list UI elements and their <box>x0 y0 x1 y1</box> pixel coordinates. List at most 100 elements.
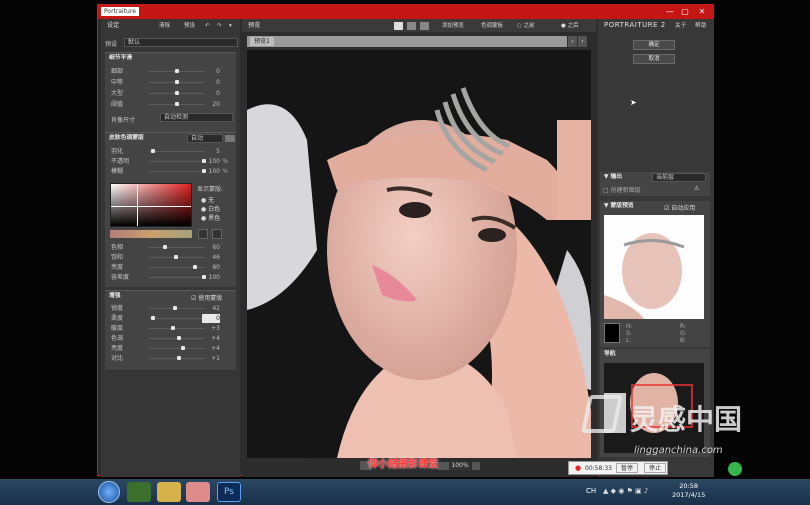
taskbar: Ps CH ▲ ◆ ◉ ⚑ ▣ ♪ 20:58 2017/4/15 <box>0 479 810 505</box>
zoom-in-icon[interactable] <box>472 462 480 470</box>
unit-label: % <box>222 158 228 165</box>
portrait-photo[interactable] <box>247 50 591 458</box>
output-title: 输出 <box>610 174 623 180</box>
zoom-out-icon[interactable] <box>437 462 449 470</box>
recording-bar: ● 00:58:33 暂停 停止 <box>568 461 668 475</box>
radio-none[interactable]: ● 无 <box>201 195 214 204</box>
pause-button[interactable]: 暂停 <box>616 463 639 473</box>
slider-row[interactable]: 细部 0 <box>111 67 230 76</box>
split-h-icon[interactable] <box>407 22 416 30</box>
slider-row[interactable]: 锐度 42 <box>111 304 230 313</box>
stop-button[interactable]: 停止 <box>644 463 667 473</box>
slider-label: 中等 <box>111 79 124 86</box>
slider-row[interactable]: 模糊 100% <box>111 167 230 176</box>
tone-range-bar[interactable] <box>110 230 192 238</box>
slider-label: 大型 <box>111 90 124 97</box>
auto-apply-checkbox[interactable]: ☑ 自动应用 <box>664 203 695 212</box>
preview-tab[interactable]: 预览1 <box>250 37 274 46</box>
color-picker[interactable] <box>110 183 192 227</box>
slider-row[interactable]: 不透明 100% <box>111 157 230 166</box>
slider-row[interactable]: 羽化 5 <box>111 147 230 156</box>
navigator-title: 导航 <box>604 351 616 357</box>
slider-row[interactable]: 亮度 +4 <box>111 344 230 353</box>
slider-row[interactable]: 色调 +4 <box>111 334 230 343</box>
slider-value: +4 <box>211 345 220 352</box>
preset-button[interactable]: 预设 <box>181 22 198 30</box>
picker-icon[interactable] <box>212 229 222 239</box>
mask-mode-select[interactable]: 自动 <box>187 134 223 143</box>
slider-row[interactable]: 暖度 +3 <box>111 324 230 333</box>
slider-row[interactable]: 柔度 0 <box>111 314 230 323</box>
output-section: ▼ 输出 当前层 □ 创建新图层 ⚠ <box>600 172 710 196</box>
undo-icon[interactable]: ↶ <box>202 22 213 30</box>
caption-text: 仰小猪摄影课堂 <box>368 459 438 470</box>
output-select[interactable]: 当前层 <box>652 173 706 182</box>
menu-icon[interactable]: ▾ <box>226 22 235 30</box>
slider-value: 5 <box>216 148 220 155</box>
title-bar: Portraiture — ▢ ✕ <box>98 5 713 19</box>
prev-arrow-icon[interactable]: ‹ <box>568 36 577 47</box>
slider-row[interactable]: 亮度 80 <box>111 263 230 272</box>
app-pink-icon[interactable] <box>186 482 210 502</box>
settings-panel: 设定 清除 预设 ↶ ↷ ▾ 预设 默认 细节平滑 细部 0 中等 0 大型 0 阈值… <box>101 19 240 477</box>
slider-row[interactable]: 色相 60 <box>111 243 230 252</box>
slider-value: 46 <box>212 254 220 261</box>
radio-label: 白色 <box>208 206 221 213</box>
slider-row[interactable]: 饱和 46 <box>111 253 230 262</box>
settings-header: 设定 清除 预设 ↶ ↷ ▾ <box>101 19 240 32</box>
slider-label: 亮度 <box>111 345 124 352</box>
slider-row[interactable]: 阈值 20 <box>111 100 230 109</box>
portrait-size-select[interactable]: 自动检测 <box>160 113 233 122</box>
about-link[interactable]: 关于 <box>672 22 690 30</box>
tray-icons[interactable]: ▲ ◆ ◉ ⚑ ▣ ♪ <box>603 487 648 495</box>
slider-row[interactable]: 大型 0 <box>111 89 230 98</box>
cancel-button[interactable]: 取消 <box>633 54 675 64</box>
record-icon: ● <box>575 464 582 472</box>
help-link[interactable]: 帮助 <box>692 22 710 30</box>
slider-label: 模糊 <box>111 168 124 175</box>
after-toggle[interactable]: ● 之后 <box>558 22 582 30</box>
preset-select[interactable]: 默认 <box>124 38 238 47</box>
maximize-button[interactable]: ▢ <box>678 6 692 17</box>
ok-button[interactable]: 确定 <box>633 40 675 50</box>
pen-icon[interactable] <box>198 229 208 239</box>
slider-row[interactable]: 容差度 100 <box>111 273 230 282</box>
radio-white[interactable]: ● 白色 <box>201 204 220 213</box>
before-toggle[interactable]: ○ 之前 <box>514 22 538 30</box>
slider-value: 80 <box>212 264 220 271</box>
next-arrow-icon[interactable]: › <box>578 36 587 47</box>
radio-black[interactable]: ● 黑色 <box>201 213 220 222</box>
minimize-button[interactable]: — <box>663 6 677 17</box>
color-swatch <box>604 323 620 343</box>
slider-value[interactable]: 0 <box>202 314 220 323</box>
mask-view-button[interactable]: 色调蒙板 <box>478 22 506 30</box>
use-mask-checkbox[interactable]: ☑ 使用蒙版 <box>191 293 222 302</box>
photoshop-icon[interactable]: Ps <box>217 482 241 502</box>
split-v-icon[interactable] <box>420 22 429 30</box>
slider-row[interactable]: 对比 +1 <box>111 354 230 363</box>
add-preview-button[interactable]: 添加预览 <box>439 22 467 30</box>
single-view-icon[interactable] <box>394 22 403 30</box>
folder-icon[interactable] <box>157 482 181 502</box>
slider-row[interactable]: 中等 0 <box>111 78 230 87</box>
portrait-size-label: 肖像尺寸 <box>111 117 136 124</box>
h-label: H: <box>626 323 633 330</box>
slider-value: 0 <box>216 79 220 86</box>
language-indicator[interactable]: CH <box>586 487 596 495</box>
slider-value: 100 <box>208 168 220 175</box>
slider-label: 不透明 <box>111 158 130 165</box>
close-button[interactable]: ✕ <box>695 6 709 17</box>
redo-icon[interactable]: ↷ <box>214 22 225 30</box>
taskbar-app-icon[interactable] <box>127 482 151 502</box>
create-layer-checkbox[interactable]: □ 创建新图层 <box>603 185 641 194</box>
clock[interactable]: 20:58 2017/4/15 <box>672 482 705 500</box>
settings-title: 设定 <box>107 22 120 29</box>
enhance-section: 增强 ☑ 使用蒙版 锐度 42 柔度 0 暖度 +3 色调 +4 亮度 +4 对比 +1 <box>105 290 236 370</box>
mask-thumbnail <box>604 215 704 319</box>
eyedropper-icon[interactable] <box>225 135 235 142</box>
warning-icon: ⚠ <box>694 185 700 192</box>
zoom-level[interactable]: 100% <box>449 462 471 470</box>
reset-button[interactable]: 清除 <box>156 22 173 30</box>
slider-label: 锐度 <box>111 305 124 312</box>
start-button[interactable] <box>98 481 120 503</box>
